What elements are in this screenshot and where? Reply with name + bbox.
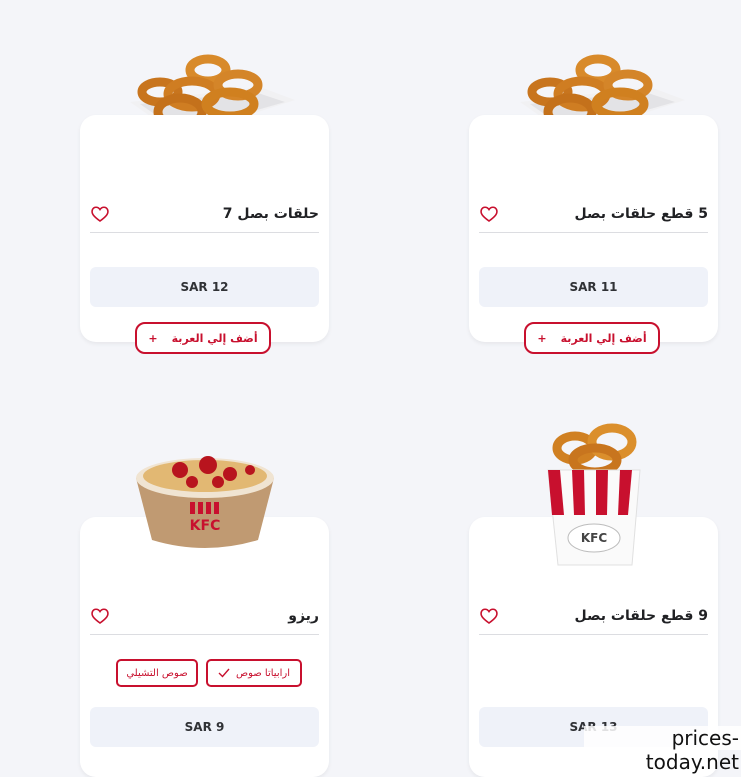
product-card: حلقات بصل 7 SAR 12 <box>80 115 329 342</box>
add-to-cart-label: أضف إلي العربة <box>171 331 258 345</box>
product-title: حلقات بصل 7 <box>222 206 319 222</box>
product-card: ريزو ارابياتا صوص صوص التشيلي SAR 9 <box>80 517 329 777</box>
plus-icon: + <box>148 331 158 345</box>
plus-icon: + <box>537 331 547 345</box>
sauce-option-selected[interactable]: ارابياتا صوص <box>206 659 302 687</box>
option-label: ارابياتا صوص <box>236 667 290 679</box>
divider <box>90 634 319 635</box>
divider <box>90 232 319 233</box>
kfc-logo: KFC <box>581 531 607 545</box>
add-to-cart-button[interactable]: أضف إلي العربة + <box>135 322 271 354</box>
price-box: SAR 9 <box>90 707 319 747</box>
watermark: prices-today.net <box>584 726 741 774</box>
product-title: 9 قطع حلقات بصل <box>574 608 709 624</box>
product-card: 5 قطع حلقات بصل SAR 11 <box>469 115 718 342</box>
rizo-bowl-image: KFC <box>136 456 274 548</box>
product-title: ريزو <box>288 608 319 624</box>
divider <box>479 634 708 635</box>
checkmark-icon <box>218 668 230 678</box>
option-label: صوص التشيلي <box>126 667 188 679</box>
price-box: SAR 12 <box>90 267 319 307</box>
product-title: 5 قطع حلقات بصل <box>574 206 709 222</box>
kfc-logo: KFC <box>190 518 221 534</box>
price-box: SAR 11 <box>479 267 708 307</box>
heart-icon[interactable] <box>90 606 110 626</box>
add-to-cart-label: أضف إلي العربة <box>560 331 647 345</box>
sauce-option[interactable]: صوص التشيلي <box>116 659 198 687</box>
onion-rings-box-image: KFC <box>547 423 641 566</box>
add-to-cart-button[interactable]: أضف إلي العربة + <box>524 322 660 354</box>
divider <box>479 232 708 233</box>
heart-icon[interactable] <box>479 606 499 626</box>
heart-icon[interactable] <box>479 204 499 224</box>
heart-icon[interactable] <box>90 204 110 224</box>
